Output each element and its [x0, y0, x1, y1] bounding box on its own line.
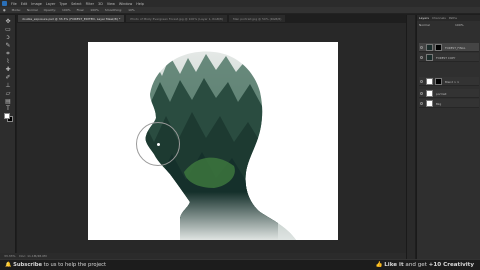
subscribe-message[interactable]: 🔔 Subscribe to us to help the project [5, 262, 106, 268]
smoothing-input[interactable]: 10% [128, 8, 135, 12]
menu-filter[interactable]: Filter [86, 2, 94, 6]
eyedropper-tool-icon[interactable]: ⌇ [5, 59, 11, 65]
layer-opacity-input[interactable]: 100% [455, 23, 464, 27]
creativity-label: +10 Creativity [428, 262, 474, 268]
document-canvas[interactable] [88, 42, 338, 240]
video-banner: 🔔 Subscribe to us to help the project 👍 … [0, 259, 480, 270]
layer-mask-thumbnail[interactable] [435, 44, 442, 51]
brush-cursor-center [157, 143, 160, 146]
panel-icons-strip [406, 15, 415, 260]
tab-double-exposure[interactable]: double_exposure.psd @ 33.3% (FOREST_EDIT… [18, 15, 125, 22]
like-label: Like it [384, 262, 404, 268]
double-exposure-artwork [145, 51, 297, 240]
layer-name: Blend > 1 [445, 80, 459, 84]
layers-panel: Layers Channels Paths Normal 100% FOREST… [416, 15, 480, 260]
eye-icon[interactable] [420, 56, 423, 59]
layer-row[interactable]: portrait [419, 89, 479, 98]
brush-tool-icon[interactable]: ✐ [5, 75, 11, 81]
eye-icon[interactable] [420, 46, 423, 49]
menu-edit[interactable]: Edit [21, 2, 28, 6]
layer-name: portrait [436, 92, 447, 96]
tab-man-portrait[interactable]: Man portrait.jpg @ 50% (RGB/8) [229, 15, 286, 22]
blend-mode-select[interactable]: Normal [419, 23, 430, 27]
opacity-label: Opacity: [43, 8, 57, 12]
crop-tool-icon[interactable]: ⌗ [5, 51, 11, 57]
eraser-tool-icon[interactable]: ▱ [5, 91, 11, 97]
menu-select[interactable]: Select [71, 2, 81, 6]
layer-mask-thumbnail[interactable] [435, 78, 442, 85]
menu-3d[interactable]: 3D [98, 2, 103, 6]
layers-panel-tabs: Layers Channels Paths [417, 15, 480, 21]
lasso-tool-icon[interactable]: ↄ [5, 35, 11, 41]
menu-type[interactable]: Type [59, 2, 67, 6]
like-rest: and get [403, 262, 429, 268]
healing-tool-icon[interactable]: ✚ [5, 67, 11, 73]
brush-cursor [136, 122, 180, 166]
tools-panel: ✥ ▭ ↄ ✎ ⌗ ⌇ ✚ ✐ ⊥ ▱ ▤ T [0, 15, 16, 260]
document-tabs: double_exposure.psd @ 33.3% (FOREST_EDIT… [18, 15, 406, 22]
clone-stamp-tool-icon[interactable]: ⊥ [5, 83, 11, 89]
layer-thumbnail [426, 44, 433, 51]
mode-select[interactable]: Normal [27, 8, 38, 12]
zoom-level[interactable]: 33.33% [4, 254, 15, 258]
like-message[interactable]: 👍 Like it and get +10 Creativity [375, 262, 474, 268]
smoothing-label: Smoothing: [104, 8, 123, 12]
tab-paths[interactable]: Paths [449, 16, 457, 20]
tab-forest-photo[interactable]: Photo of Misty Evergreen Forest.jpg @ 10… [126, 15, 227, 22]
tab-channels[interactable]: Channels [432, 16, 446, 20]
flow-input[interactable]: 100% [90, 8, 99, 12]
eye-icon[interactable] [420, 102, 423, 105]
move-tool-icon[interactable]: ✥ [5, 19, 11, 25]
menu-bar: File Edit Image Layer Type Select Filter… [0, 0, 480, 7]
quick-select-tool-icon[interactable]: ✎ [5, 43, 11, 49]
layer-row[interactable]: FOREST COPY [419, 53, 479, 62]
menu-layer[interactable]: Layer [46, 2, 55, 6]
menu-image[interactable]: Image [31, 2, 42, 6]
layer-row[interactable]: FOREST_FINAL [419, 43, 479, 52]
layer-name: FOREST_FINAL [445, 46, 466, 50]
menu-help[interactable]: Help [136, 2, 144, 6]
menu-view[interactable]: View [107, 2, 115, 6]
eye-icon[interactable] [420, 80, 423, 83]
brush-tool-icon[interactable]: ● [3, 8, 6, 12]
flow-label: Flow: [76, 8, 85, 12]
tab-layers[interactable]: Layers [419, 16, 429, 20]
opacity-input[interactable]: 100% [62, 8, 71, 12]
subscribe-label: Subscribe [13, 262, 42, 268]
layer-thumbnail [426, 78, 433, 85]
eye-icon[interactable] [420, 92, 423, 95]
menu-file[interactable]: File [11, 2, 17, 6]
marquee-tool-icon[interactable]: ▭ [5, 27, 11, 33]
layer-thumbnail [426, 90, 433, 97]
options-bar: ● Mode: Normal Opacity: 100% Flow: 100% … [0, 7, 480, 14]
layer-row[interactable]: Bkg [419, 99, 479, 108]
layer-name: FOREST COPY [436, 56, 456, 60]
foreground-color-swatch[interactable] [4, 113, 10, 119]
photoshop-logo-icon[interactable] [2, 1, 7, 6]
mode-label: Mode: [11, 8, 21, 12]
thumbs-up-icon: 👍 [375, 262, 383, 268]
menu-window[interactable]: Window [119, 2, 132, 6]
document-size: Doc: 11.1M/48.0M [19, 254, 47, 258]
layer-thumbnail [426, 54, 433, 61]
layer-row[interactable]: Blend > 1 [419, 77, 479, 86]
text-tool-icon[interactable]: T [5, 106, 11, 112]
layer-thumbnail [426, 100, 433, 107]
subscribe-rest: to us to help the project [42, 262, 107, 268]
bell-icon: 🔔 [5, 262, 12, 268]
layer-name: Bkg [436, 102, 442, 106]
